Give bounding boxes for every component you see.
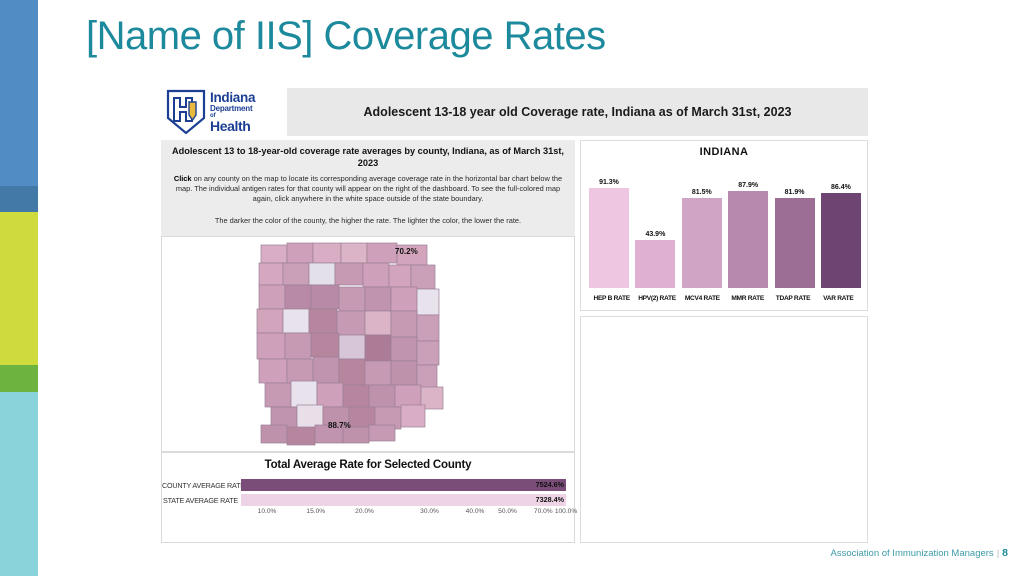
county-axis-tick: 100.0% (554, 508, 578, 515)
instructions-panel: Adolescent 13 to 18-year-old coverage ra… (161, 140, 575, 236)
shield-icon (166, 89, 206, 135)
dashboard-left-column: Adolescent 13 to 18-year-old coverage ra… (161, 140, 578, 543)
county-bar-row: COUNTY AVERAGE RATE 7524.6% (162, 479, 574, 491)
dashboard-right-column: INDIANA 91.3% 43.9% 81.5% 87.9% 81.9% 86.4% H… (580, 140, 868, 543)
antigen-chart-plot: 91.3% 43.9% 81.5% 87.9% 81.9% 86.4% (589, 165, 861, 288)
instructions-body-text: on any county on the map to locate its c… (175, 174, 563, 203)
county-chart-rows: COUNTY AVERAGE RATE 7524.6% STATE AVERAGE … (162, 479, 574, 509)
antigen-chart-title: INDIANA (699, 146, 749, 158)
indiana-county-map-panel[interactable]: 70.2% 88.7% (161, 236, 575, 452)
antigen-bar-value: 86.4% (831, 183, 851, 191)
rail-segment-green (0, 365, 38, 392)
county-axis-tick: 10.0% (257, 508, 277, 515)
antigen-bar-rect[interactable] (774, 197, 815, 288)
antigen-bar-rect[interactable] (681, 198, 722, 288)
county-average-chart-panel: Total Average Rate for Selected County C… (161, 452, 578, 543)
antigen-category-label: MCV4 RATE (684, 294, 720, 302)
rail-segment-blue (0, 0, 38, 186)
dashboard-header-title: Adolescent 13-18 year old Coverage rate,… (363, 105, 792, 119)
dashboard-screenshot: Adolescent 13-18 year old Coverage rate,… (161, 85, 868, 543)
instructions-body: Click on any county on the map to locate… (169, 174, 567, 204)
antigen-bar-column[interactable]: 81.5% (681, 165, 722, 288)
county-chart-title: Total Average Rate for Selected County (264, 459, 472, 471)
county-bar-row: STATE AVERAGE RATE 7328.4% (162, 494, 574, 506)
logo-line-health: Health (210, 117, 251, 134)
county-bar-fill[interactable] (241, 494, 566, 506)
footer-page-number: 8 (1002, 547, 1008, 559)
antigen-bar-column[interactable]: 43.9% (635, 165, 676, 288)
antigen-bar-value: 43.9% (645, 230, 666, 238)
antigen-bar-rect[interactable] (728, 191, 769, 288)
rail-segment-yellow (0, 212, 38, 365)
antigen-bar-value: 81.9% (784, 188, 805, 196)
county-bar-value: 7524.6% (535, 480, 564, 489)
antigen-bar-rect[interactable] (635, 239, 676, 288)
antigen-bar-column[interactable]: 81.9% (774, 165, 815, 288)
map-rate-label-top: 70.2% (395, 247, 418, 256)
county-bar-label: COUNTY AVERAGE RATE (162, 480, 245, 490)
logo-line-department: Department (210, 103, 253, 113)
instructions-title: Adolescent 13 to 18-year-old coverage ra… (172, 146, 564, 168)
footer-organization: Association of Immunization Managers (830, 548, 994, 559)
rail-segment-dark-blue (0, 186, 38, 212)
detail-panel-empty[interactable] (580, 316, 868, 543)
slide-canvas: [Name of IIS] Coverage Rates Adolescent … (0, 0, 1024, 576)
antigen-bar-rect[interactable] (589, 187, 629, 288)
antigen-chart-categories: HEP B RATE HPV(2) RATE MCV4 RATE MMR RATE TD… (589, 290, 861, 306)
rail-segment-cyan (0, 392, 38, 576)
antigen-bar-value: 91.3% (599, 178, 619, 186)
antigen-bar-column[interactable]: 91.3% (589, 165, 629, 288)
antigen-bar-column[interactable]: 87.9% (728, 165, 769, 288)
slide-footer: Association of Immunization Managers | 8 (831, 547, 1008, 559)
county-axis-tick: 50.0% (498, 508, 517, 515)
county-bar-track: 7524.6% (241, 479, 566, 491)
indiana-health-logo: Indiana Department of Health (161, 85, 287, 139)
antigen-category-label: HEP B RATE (593, 294, 631, 302)
antigen-category-label: TDAP RATE (775, 294, 811, 302)
indiana-choropleth-map[interactable] (243, 241, 493, 449)
antigen-category-label: VAR RATE (823, 294, 854, 302)
logo-line-indiana: Indiana (210, 90, 256, 106)
antigen-bar-value: 81.5% (691, 189, 712, 197)
county-bar-track: 7328.4% (241, 494, 566, 506)
footer-separator: | (996, 548, 1000, 559)
antigen-bar-value: 87.9% (738, 182, 759, 190)
instructions-note: The darker the color of the county, the … (214, 215, 522, 225)
antigen-bar-column[interactable]: 86.4% (820, 165, 861, 288)
antigen-category-label: MMR RATE (731, 294, 764, 302)
county-axis-tick: 20.0% (355, 508, 374, 515)
slide-title: [Name of IIS] Coverage Rates (86, 14, 606, 58)
map-rate-label-bottom: 88.7% (328, 421, 351, 430)
county-axis-tick: 70.0% (533, 508, 553, 515)
antigen-rate-chart-panel: INDIANA 91.3% 43.9% 81.5% 87.9% 81.9% 86.4% H… (580, 140, 868, 311)
county-axis-tick: 40.0% (465, 508, 485, 515)
county-bar-value: 7328.4% (535, 495, 564, 504)
county-axis-tick: 15.0% (306, 508, 326, 515)
instructions-click-word: Click (173, 174, 192, 183)
antigen-bar-rect[interactable] (820, 192, 861, 288)
county-bar-fill[interactable] (241, 479, 566, 491)
county-bar-label: STATE AVERAGE RATE (163, 495, 238, 505)
antigen-category-label: HPV(2) RATE (638, 294, 676, 302)
county-axis-tick: 30.0% (420, 508, 439, 515)
